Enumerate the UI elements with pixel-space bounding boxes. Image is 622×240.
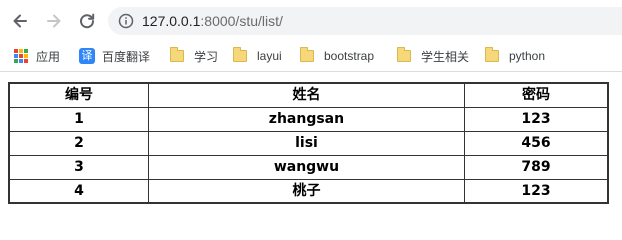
browser-toolbar: 127.0.0.1:8000/stu/list/ <box>0 0 622 40</box>
bookmark-baidu-translate[interactable]: 译 百度翻译 <box>79 48 150 64</box>
apps-grid-dot <box>14 59 18 63</box>
arrow-right-icon <box>47 14 61 28</box>
apps-grid-dot <box>19 59 23 63</box>
arrow-left-icon <box>13 14 27 28</box>
bookmark-label: 百度翻译 <box>102 49 151 64</box>
cell-password: 789 <box>463 154 609 180</box>
table-header-row: 编号 姓名 密码 <box>8 82 609 108</box>
cell-password: 456 <box>463 130 609 156</box>
bookmark-label: 应用 <box>36 49 61 64</box>
url-text[interactable]: 127.0.0.1:8000/stu/list/ <box>142 12 283 30</box>
bookmark-label: layui <box>257 49 282 63</box>
apps-grid-icon <box>14 49 28 63</box>
cell-name: wangwu <box>147 154 465 180</box>
cell-id: 4 <box>8 178 149 204</box>
bookmark-folder-bootstrap[interactable]: bootstrap <box>300 47 375 64</box>
student-table: 编号 姓名 密码 1 zhangsan 123 2 lisi 456 3 wan… <box>8 82 609 204</box>
cell-id: 1 <box>8 106 149 132</box>
reload-button[interactable] <box>76 10 98 32</box>
bookmark-folder-python[interactable]: python <box>485 47 546 64</box>
column-header-password: 密码 <box>463 82 609 108</box>
table-row: 3 wangwu 789 <box>8 154 609 180</box>
cell-id: 2 <box>8 130 149 156</box>
bookmark-apps[interactable]: 应用 <box>14 48 60 64</box>
cell-password: 123 <box>463 106 609 132</box>
back-button[interactable] <box>9 10 31 32</box>
table-row: 4 桃子 123 <box>8 178 609 204</box>
apps-grid-dot <box>14 49 18 53</box>
folder-icon <box>485 47 499 62</box>
url-host: 127.0.0.1 <box>142 13 201 29</box>
apps-grid-dot <box>14 54 18 58</box>
table-row: 1 zhangsan 123 <box>8 106 609 132</box>
baidu-translate-icon: 译 <box>79 48 95 64</box>
cell-password: 123 <box>463 178 609 204</box>
column-header-name: 姓名 <box>147 82 465 108</box>
apps-grid-dot <box>19 49 23 53</box>
bookmark-label: 学生相关 <box>421 49 470 64</box>
folder-icon <box>233 47 247 62</box>
bookmark-folder-student[interactable]: 学生相关 <box>397 47 470 64</box>
url-path: :8000/stu/list/ <box>200 13 283 29</box>
table-row: 2 lisi 456 <box>8 130 609 156</box>
bookmark-label: python <box>509 49 546 63</box>
info-icon[interactable] <box>118 13 134 29</box>
apps-grid-dot <box>24 59 28 63</box>
bookmarks-bar: 应用 译 百度翻译 学习 layui bootstrap 学生相关 python <box>0 40 622 72</box>
column-header-id: 编号 <box>8 82 149 108</box>
page-content: 编号 姓名 密码 1 zhangsan 123 2 lisi 456 3 wan… <box>0 72 622 226</box>
cell-name: lisi <box>147 130 465 156</box>
cell-name: zhangsan <box>147 106 465 132</box>
forward-button[interactable] <box>43 10 65 32</box>
apps-grid-dot <box>24 54 28 58</box>
address-bar[interactable]: 127.0.0.1:8000/stu/list/ <box>108 7 622 35</box>
apps-grid-dot <box>19 54 23 58</box>
bookmark-label: bootstrap <box>324 49 375 63</box>
reload-icon <box>80 13 95 29</box>
bookmark-folder-study[interactable]: 学习 <box>170 47 219 64</box>
folder-icon <box>397 47 411 62</box>
cell-name: 桃子 <box>147 178 465 204</box>
cell-id: 3 <box>8 154 149 180</box>
folder-icon <box>300 47 314 62</box>
folder-icon <box>170 47 184 62</box>
bookmark-label: 学习 <box>194 49 219 64</box>
apps-grid-dot <box>24 49 28 53</box>
bookmark-folder-layui[interactable]: layui <box>233 47 282 64</box>
